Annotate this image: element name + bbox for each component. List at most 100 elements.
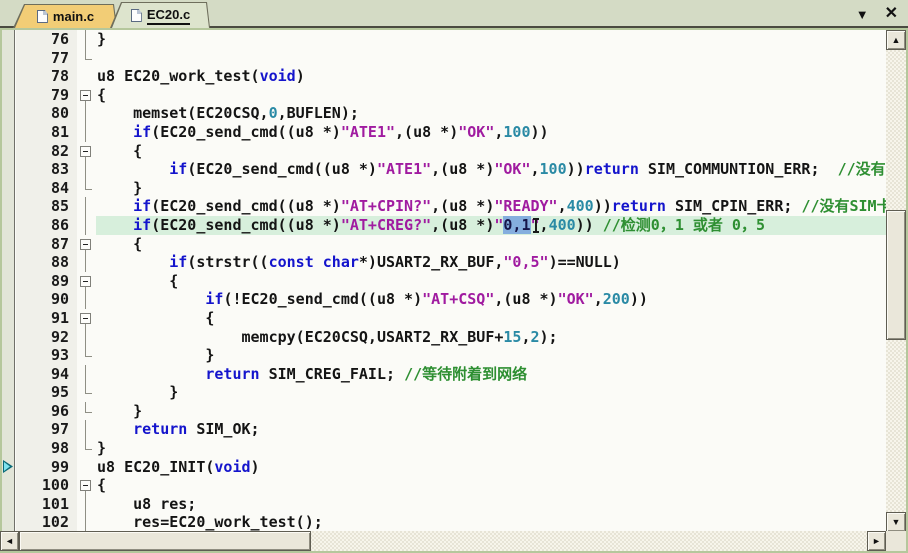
scroll-up-button[interactable]: ▲ bbox=[886, 30, 906, 50]
fold-minus-icon[interactable] bbox=[80, 275, 91, 287]
fold-collapse-button[interactable] bbox=[77, 235, 96, 254]
tab-bar: main.c EC20.c ▼ ✕ bbox=[0, 0, 908, 28]
code-line-text: { bbox=[97, 271, 179, 290]
line-number: 101 bbox=[16, 494, 77, 514]
horizontal-scroll-thumb[interactable] bbox=[19, 531, 311, 551]
code-line-text: if(!EC20_send_cmd((u8 *)"AT+CSQ",(u8 *)"… bbox=[205, 290, 648, 309]
code-line-row[interactable]: 100 { bbox=[16, 476, 886, 495]
line-number: 100 bbox=[16, 476, 77, 495]
code-line-row[interactable]: 86 if(EC20_send_cmd((u8 *)"AT+CREG?",(u8… bbox=[16, 215, 886, 235]
vertical-scrollbar[interactable]: ▲ ▼ bbox=[886, 30, 906, 532]
code-line-row[interactable]: 91 { bbox=[16, 308, 886, 328]
code-editor[interactable]: 76} 77 78 u8 EC20_work_test(void) 79{80 mems… bbox=[2, 30, 886, 531]
fold-collapse-button[interactable] bbox=[77, 86, 96, 105]
code-line-row[interactable]: 101 u8 res; bbox=[16, 494, 886, 514]
horizontal-scrollbar[interactable]: ◄ ► bbox=[0, 531, 886, 551]
code-line-text: { bbox=[97, 234, 143, 253]
code-line-text: { bbox=[97, 308, 215, 327]
code-line-row[interactable]: 93 } bbox=[16, 346, 886, 365]
scrollbar-corner bbox=[886, 531, 906, 551]
code-line-row[interactable]: 99 u8 EC20_INIT(void) bbox=[16, 457, 886, 477]
code-line-row[interactable]: 83 if(EC20_send_cmd((u8 *)"ATE1",(u8 *)"… bbox=[16, 160, 886, 179]
fold-margin bbox=[77, 104, 96, 123]
code-line-row[interactable]: 94 return SIM_CREG_FAIL; //等待附着到网络 bbox=[16, 364, 886, 384]
code-line-text: } bbox=[97, 383, 179, 402]
fold-margin bbox=[77, 290, 96, 309]
code-line-row[interactable]: 96 } bbox=[16, 401, 886, 421]
fold-margin bbox=[77, 494, 96, 514]
code-line-text: if(EC20_send_cmd((u8 *)"AT+CPIN?",(u8 *)… bbox=[133, 197, 886, 216]
scroll-right-button[interactable]: ► bbox=[867, 531, 886, 551]
code-line-text: memcpy(EC20CSQ,USART2_RX_BUF+15,2); bbox=[97, 327, 558, 346]
line-number: 102 bbox=[16, 513, 77, 531]
fold-minus-icon[interactable] bbox=[80, 89, 91, 101]
current-line-marker-icon bbox=[3, 460, 13, 473]
code-line-text: if(EC20_send_cmd((u8 *)"AT+CREG?",(u8 *)… bbox=[96, 215, 886, 235]
fold-minus-icon[interactable] bbox=[80, 238, 91, 250]
code-line-text bbox=[96, 49, 886, 68]
line-number: 98 bbox=[16, 439, 77, 458]
fold-minus-icon[interactable] bbox=[80, 145, 91, 157]
fold-collapse-button[interactable] bbox=[77, 476, 96, 495]
code-line-row[interactable]: 78 u8 EC20_work_test(void) bbox=[16, 67, 886, 86]
code-line-text: return SIM_CREG_FAIL; //等待附着到网络 bbox=[205, 364, 528, 383]
line-number: 77 bbox=[16, 48, 77, 68]
code-line-row[interactable]: 90 if(!EC20_send_cmd((u8 *)"AT+CSQ",(u8 … bbox=[16, 290, 886, 309]
code-line-row[interactable]: 85 if(EC20_send_cmd((u8 *)"AT+CPIN?",(u8… bbox=[16, 197, 886, 216]
code-line-row[interactable]: 84 } bbox=[16, 178, 886, 198]
line-number: 80 bbox=[16, 104, 77, 123]
line-number: 89 bbox=[16, 271, 77, 291]
code-line-row[interactable]: 80 memset(EC20CSQ,0,BUFLEN); bbox=[16, 104, 886, 123]
vertical-scroll-thumb[interactable] bbox=[886, 210, 906, 340]
fold-margin bbox=[77, 383, 96, 402]
fold-margin bbox=[77, 48, 96, 68]
fold-margin bbox=[77, 401, 96, 421]
code-line-row[interactable]: 95 } bbox=[16, 383, 886, 402]
code-line-row[interactable]: 87 { bbox=[16, 234, 886, 254]
fold-margin bbox=[77, 439, 96, 458]
menu-dropdown-icon[interactable]: ▼ bbox=[856, 8, 869, 21]
line-number: 79 bbox=[16, 85, 77, 105]
fold-margin bbox=[77, 67, 96, 86]
code-line-row[interactable]: 88 if(strstr((const char*)USART2_RX_BUF,… bbox=[16, 253, 886, 272]
line-number: 90 bbox=[16, 290, 77, 309]
line-number: 81 bbox=[16, 122, 77, 142]
code-line-text: u8 EC20_work_test(void) bbox=[97, 67, 305, 86]
fold-minus-icon[interactable] bbox=[80, 480, 91, 492]
tab-main-c[interactable]: main.c bbox=[13, 4, 117, 28]
tab-ec20-c[interactable]: EC20.c bbox=[110, 2, 210, 28]
fold-margin bbox=[77, 346, 96, 365]
close-icon[interactable]: ✕ bbox=[885, 6, 898, 22]
code-line-row[interactable]: 89 { bbox=[16, 271, 886, 291]
scroll-down-button[interactable]: ▼ bbox=[886, 512, 906, 532]
fold-collapse-button[interactable] bbox=[77, 309, 96, 328]
code-line-row[interactable]: 82 { bbox=[16, 141, 886, 161]
code-line-text: memset(EC20CSQ,0,BUFLEN); bbox=[97, 104, 359, 123]
code-line-row[interactable]: 76} bbox=[16, 30, 886, 49]
code-line-row[interactable]: 97 return SIM_OK; bbox=[16, 420, 886, 440]
code-line-text: } bbox=[97, 178, 143, 197]
document-icon bbox=[37, 10, 48, 23]
fold-margin bbox=[77, 513, 96, 531]
left-arrow-icon: ◄ bbox=[5, 535, 14, 546]
code-line-row[interactable]: 81 if(EC20_send_cmd((u8 *)"ATE1",(u8 *)"… bbox=[16, 122, 886, 142]
code-line-row[interactable]: 98} bbox=[16, 439, 886, 458]
fold-collapse-button[interactable] bbox=[77, 272, 96, 291]
fold-margin bbox=[77, 122, 96, 142]
up-arrow-icon: ▲ bbox=[891, 34, 901, 45]
code-line-text: return SIM_OK; bbox=[133, 420, 260, 439]
fold-minus-icon[interactable] bbox=[80, 312, 91, 324]
selected-text: 0,1 bbox=[503, 215, 531, 234]
fold-collapse-button[interactable] bbox=[77, 142, 96, 161]
code-line-row[interactable]: 102 res=EC20_work_test(); bbox=[16, 513, 886, 531]
code-line-text: if(strstr((const char*)USART2_RX_BUF,"0,… bbox=[169, 253, 621, 272]
code-line-row[interactable]: 92 memcpy(EC20CSQ,USART2_RX_BUF+15,2); bbox=[16, 327, 886, 347]
fold-margin bbox=[77, 197, 96, 216]
scroll-left-button[interactable]: ◄ bbox=[0, 531, 19, 551]
code-line-row[interactable]: 77 bbox=[16, 48, 886, 68]
line-number: 83 bbox=[16, 160, 77, 179]
line-number: 87 bbox=[16, 234, 77, 254]
code-line-row[interactable]: 79 { bbox=[16, 85, 886, 105]
line-number: 84 bbox=[16, 178, 77, 198]
tab-label: EC20.c bbox=[147, 7, 190, 25]
